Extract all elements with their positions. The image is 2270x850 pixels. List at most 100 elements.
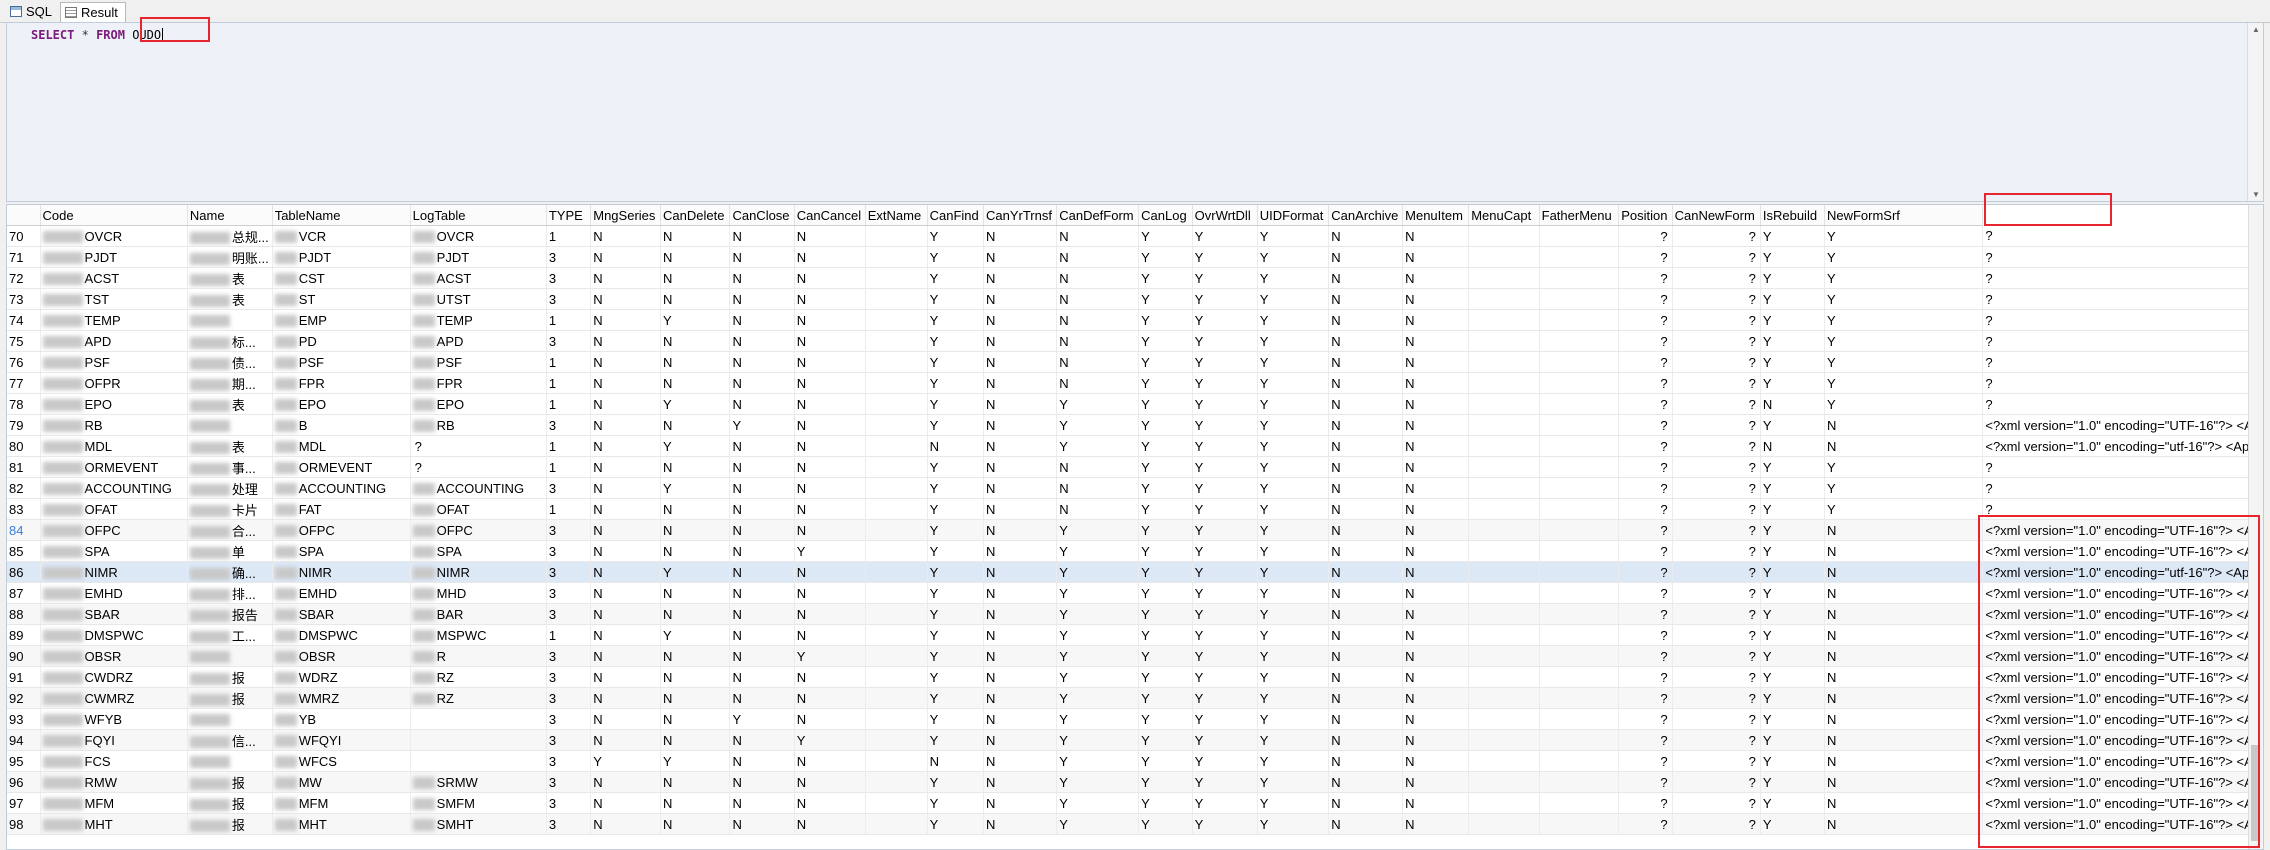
cell-logtable[interactable]: SMHT (410, 813, 547, 835)
cell-isrebuild[interactable]: Y (1760, 225, 1825, 247)
cell-uidformat[interactable]: Y (1257, 687, 1330, 709)
cell-logtable[interactable]: SRMW (410, 771, 547, 793)
cell-type[interactable]: 3 (546, 330, 592, 352)
cell-name[interactable]: 卡片 (187, 498, 273, 520)
cell-menucapt[interactable] (1468, 771, 1540, 793)
table-row[interactable]: 74 TEMP EMP TEMP 1 N Y N N Y N N Y Y Y N N?? Y Y? (7, 309, 2263, 331)
cell-fathermenu[interactable] (1539, 708, 1620, 730)
cell-fathermenu[interactable] (1539, 687, 1620, 709)
cell-mngseries[interactable]: N (590, 225, 662, 247)
column-header-canarchive[interactable]: CanArchive (1328, 205, 1404, 226)
cell-isrebuild[interactable]: Y (1760, 582, 1825, 604)
cell-code[interactable]: TEMP (40, 309, 188, 331)
cell-newformsrf[interactable]: N (1824, 603, 1984, 625)
cell-logtable[interactable]: ACCOUNTING (410, 477, 547, 499)
cell-canlog[interactable]: Y (1138, 225, 1193, 247)
cell-menuitem[interactable]: N (1402, 225, 1470, 247)
cell-logtable[interactable]: EPO (410, 393, 547, 415)
cell-ovrwrtdll[interactable]: Y (1192, 603, 1258, 625)
column-header-canfind[interactable]: CanFind (927, 205, 984, 226)
cell-name[interactable]: 报 (187, 792, 273, 814)
cell-candefform[interactable]: Y (1056, 624, 1140, 646)
cell-mngseries[interactable]: N (590, 309, 662, 331)
cell-uidformat[interactable]: Y (1257, 477, 1330, 499)
cell-position[interactable]: ? (1618, 393, 1673, 415)
column-header-ovrwrtdll[interactable]: OvrWrtDll (1192, 205, 1258, 226)
cell-cannewform[interactable]: ? (1672, 561, 1761, 583)
cell-canarchive[interactable]: N (1328, 267, 1404, 289)
row-number[interactable]: 82 (7, 477, 41, 499)
cell-position[interactable]: ? (1618, 372, 1673, 394)
cell-menuitem[interactable]: N (1402, 750, 1470, 772)
cell-isrebuild[interactable]: Y (1760, 645, 1825, 667)
cell-newformsrf[interactable]: <?xml version="1.0" encoding="UTF-16"?> … (1982, 813, 2263, 835)
cell-extname[interactable] (865, 477, 928, 499)
cell-code[interactable]: RMW (40, 771, 188, 793)
cell-position[interactable]: ? (1618, 309, 1673, 331)
cell-ovrwrtdll[interactable]: Y (1192, 708, 1258, 730)
cell-canarchive[interactable]: N (1328, 729, 1404, 751)
cell-canfind[interactable]: Y (927, 645, 984, 667)
cell-canyrtrnsf[interactable]: N (983, 750, 1058, 772)
cell-canyrtrnsf[interactable]: N (983, 771, 1058, 793)
cell-canfind[interactable]: Y (927, 456, 984, 478)
cell-cannewform[interactable]: ? (1672, 330, 1761, 352)
cell-uidformat[interactable]: Y (1257, 645, 1330, 667)
cell-mngseries[interactable]: N (590, 267, 662, 289)
cell-cannewform[interactable]: ? (1672, 708, 1761, 730)
cell-fathermenu[interactable] (1539, 288, 1620, 310)
cell-canlog[interactable]: Y (1138, 246, 1193, 268)
cell-cannewform[interactable]: ? (1672, 477, 1761, 499)
cell-extname[interactable] (865, 624, 928, 646)
cell-position[interactable]: ? (1618, 771, 1673, 793)
cell-menucapt[interactable] (1468, 729, 1540, 751)
cell-cancancel[interactable]: N (794, 582, 866, 604)
cell-uidformat[interactable]: Y (1257, 351, 1330, 373)
cell-cancancel[interactable]: Y (794, 540, 866, 562)
table-row[interactable]: 93 WFYB YB 3 N N Y N Y N Y Y Y Y N N?? Y N <?xml version="… (7, 708, 2263, 730)
cell-menuitem[interactable]: N (1402, 729, 1470, 751)
cell-menucapt[interactable] (1468, 540, 1540, 562)
cell-canyrtrnsf[interactable]: N (983, 351, 1058, 373)
cell-menuitem[interactable]: N (1402, 603, 1470, 625)
cell-logtable[interactable] (410, 708, 547, 730)
cell-uidformat[interactable]: Y (1257, 246, 1330, 268)
cell-mngseries[interactable]: N (590, 540, 662, 562)
cell-uidformat[interactable]: Y (1257, 771, 1330, 793)
cell-newformsrf[interactable]: ? (1982, 372, 2263, 394)
cell-canclose[interactable]: N (729, 624, 795, 646)
cell-candelete[interactable]: N (660, 225, 731, 247)
cell-type[interactable]: 3 (546, 708, 592, 730)
column-header-canclose[interactable]: CanClose (729, 205, 795, 226)
row-number[interactable]: 81 (7, 456, 41, 478)
cell-name[interactable]: 期... (187, 372, 273, 394)
scroll-thumb[interactable] (2251, 745, 2260, 841)
cell-newformsrf[interactable]: N (1824, 624, 1984, 646)
cell-extname[interactable] (865, 708, 928, 730)
cell-canlog[interactable]: Y (1138, 561, 1193, 583)
cell-mngseries[interactable]: N (590, 666, 662, 688)
column-header-logtable[interactable]: LogTable (410, 205, 547, 226)
column-header-cannewform[interactable]: CanNewForm (1672, 205, 1761, 226)
cell-canyrtrnsf[interactable]: N (983, 288, 1058, 310)
cell-isrebuild[interactable]: Y (1760, 498, 1825, 520)
cell-menuitem[interactable]: N (1402, 666, 1470, 688)
cell-newformsrf[interactable]: N (1824, 771, 1984, 793)
cell-canyrtrnsf[interactable]: N (983, 393, 1058, 415)
cell-cancancel[interactable]: N (794, 771, 866, 793)
cell-newformsrf[interactable]: <?xml version="1.0" encoding="UTF-16"?> … (1982, 414, 2263, 436)
cell-candefform[interactable]: Y (1056, 645, 1140, 667)
cell-newformsrf[interactable]: Y (1824, 477, 1984, 499)
cell-canclose[interactable]: N (729, 393, 795, 415)
cell-newformsrf[interactable]: N (1824, 813, 1984, 835)
cell-position[interactable]: ? (1618, 225, 1673, 247)
column-header-position[interactable]: Position (1618, 205, 1673, 226)
cell-newformsrf[interactable]: N (1824, 729, 1984, 751)
cell-menucapt[interactable] (1468, 792, 1540, 814)
cell-candefform[interactable]: N (1056, 246, 1140, 268)
row-number[interactable]: 75 (7, 330, 41, 352)
cell-position[interactable]: ? (1618, 813, 1673, 835)
cell-cancancel[interactable]: N (794, 414, 866, 436)
cell-newformsrf[interactable]: Y (1824, 288, 1984, 310)
table-row[interactable]: 91 CWDRZ 报 WDRZ RZ 3 N N N N Y N Y Y Y Y N N?? Y N <?xml ver… (7, 666, 2263, 688)
